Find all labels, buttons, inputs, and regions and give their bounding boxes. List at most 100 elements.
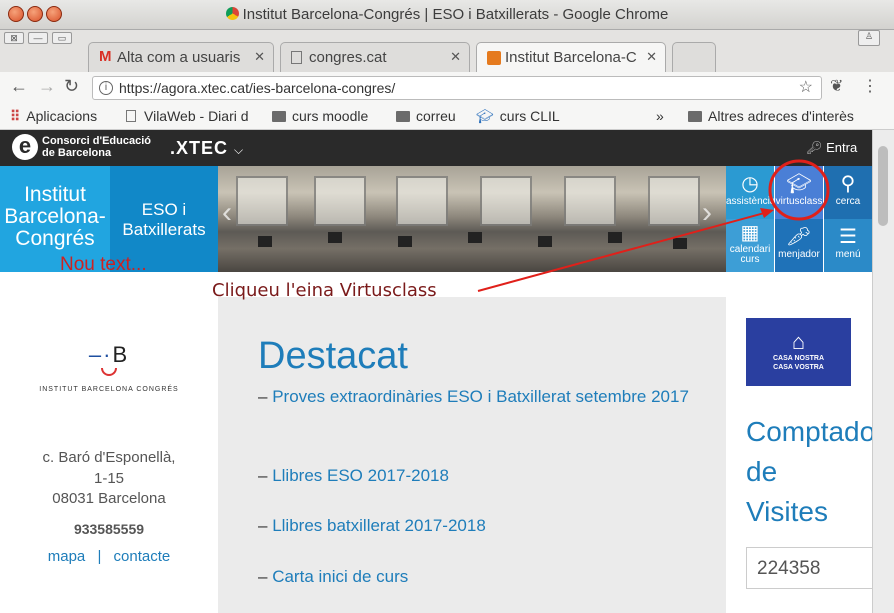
news-dash: – <box>258 567 268 586</box>
quick-links: ◷ assistència 🎓︎ virtusclass ⚲ cerca ▦ calen… <box>726 166 872 272</box>
photo-window <box>480 176 532 226</box>
bookmark-other[interactable]: Altres adreces d'interès <box>688 108 854 124</box>
photo-window <box>396 176 448 226</box>
news-item[interactable]: – Carta inici de curs <box>258 563 698 591</box>
close-tab-icon[interactable]: ✕ <box>450 49 461 65</box>
new-tab-button[interactable] <box>672 42 716 72</box>
slider-prev-icon[interactable]: ‹ <box>222 196 232 230</box>
tile-label: cerca <box>835 196 861 207</box>
address-line: 08031 Barcelona <box>52 490 166 507</box>
address-bar[interactable]: i https://agora.xtec.cat/ies-barcelona-c… <box>92 76 822 100</box>
close-tab-icon[interactable]: ✕ <box>646 49 657 65</box>
gmail-icon: M <box>99 48 112 65</box>
scrollbar-thumb[interactable] <box>878 146 888 226</box>
tile-virtusclass[interactable]: 🎓︎ virtusclass <box>775 166 823 219</box>
xtec-logo-text: .XTEC <box>170 138 229 158</box>
tab-institut[interactable]: Institut Barcelona-C ✕ <box>476 42 666 73</box>
tile-label: assistència <box>726 196 776 207</box>
casa-nostra-banner[interactable]: ⌂ CASA NOSTRA CASA VOSTRA <box>746 318 851 386</box>
tab-gmail[interactable]: M Alta com a usuaris ✕ <box>88 42 274 72</box>
classroom-photo: ‹ › <box>218 166 726 272</box>
window-title-text: Institut Barcelona-Congrés | ESO i Batxi… <box>242 6 669 23</box>
photo-monitor <box>328 232 342 243</box>
bookmark-star-icon[interactable]: ☆ <box>799 77 813 99</box>
visit-counter-value: 224358 <box>746 547 872 589</box>
key-icon: 🔑︎ <box>806 140 823 155</box>
tile-label: menú <box>835 249 861 260</box>
logo-smile-icon <box>101 368 117 376</box>
chrome-icon <box>225 7 239 20</box>
news-link[interactable]: Llibres batxillerat 2017-2018 <box>272 516 486 535</box>
tile-label: virtusclass <box>775 196 823 207</box>
callout-annotation: Cliqueu l'eina Virtusclass <box>212 280 437 301</box>
restore-icon[interactable]: ▭ <box>52 32 72 44</box>
slider-next-icon[interactable]: › <box>702 196 712 230</box>
site-topbar: e Consorci d'Educació de Barcelona .XTEC… <box>0 130 872 166</box>
window-title: Institut Barcelona-Congrés | ESO i Batxi… <box>0 6 894 23</box>
tab-label: Alta com a usuaris <box>117 49 241 66</box>
featured-section: Destacat – Proves extraordinàries ESO i … <box>218 297 726 613</box>
tile-calendari[interactable]: ▦ calendari curs <box>726 219 774 272</box>
address-line: 1-15 <box>93 470 125 487</box>
banner-text: CASA VOSTRA <box>773 364 824 371</box>
logo-text: INSTITUT BARCELONA CONGRÉS <box>39 386 179 393</box>
bookmark-curs-clil[interactable]: 🎓︎ curs CLIL <box>476 108 560 125</box>
tab-label: Institut Barcelona-C <box>505 49 637 66</box>
xtec-logo[interactable]: .XTEC ⌵ <box>170 138 244 159</box>
news-item[interactable]: – Proves extraordinàries ESO i Batxiller… <box>258 383 698 411</box>
search-icon: ⚲ <box>840 173 856 195</box>
bookmark-label: curs moodle <box>292 108 369 124</box>
extension-icon[interactable]: ❦ <box>830 76 843 96</box>
chevron-down-icon: ⌵ <box>234 143 245 157</box>
info-icon[interactable]: i <box>99 81 113 95</box>
bookmark-vilaweb[interactable]: VilaWeb - Diari d <box>126 108 249 124</box>
banner-text: CASA NOSTRA <box>772 355 825 362</box>
link-separator: | <box>97 548 102 565</box>
logo-mark-icon: –·B <box>88 342 130 367</box>
tile-assistencia[interactable]: ◷ assistència <box>726 166 776 219</box>
news-dash: – <box>258 516 268 535</box>
school-logo[interactable]: –·B INSTITUT BARCELONA CONGRÉS <box>0 342 218 393</box>
tile-cerca[interactable]: ⚲ cerca <box>824 166 872 219</box>
bookmark-apps[interactable]: ⠿ Aplicacions <box>10 108 97 125</box>
tile-label: menjador <box>778 249 820 260</box>
map-link[interactable]: mapa <box>48 548 86 565</box>
sidebar-links: mapa | contacte <box>0 548 218 565</box>
photo-window <box>236 176 288 226</box>
news-link[interactable]: Proves extraordinàries ESO i Batxillerat… <box>272 387 689 406</box>
minimize-icon[interactable]: — <box>28 32 48 44</box>
brand-line: Consorci d'Educació <box>42 135 151 147</box>
photo-window <box>314 176 366 226</box>
close-tab-icon[interactable]: ✕ <box>254 49 265 65</box>
profile-icon[interactable]: ♙ <box>858 30 880 46</box>
tile-menjador[interactable]: 🥕︎ menjador <box>775 219 823 272</box>
photo-monitor <box>258 236 272 247</box>
school-name-line: Barcelona- <box>4 205 106 228</box>
tab-menu-icon[interactable]: ⊠ <box>4 32 24 44</box>
phone-number: 933585559 <box>73 521 145 537</box>
site-favicon-icon <box>487 51 501 65</box>
right-column: ⌂ CASA NOSTRA CASA VOSTRA Comptador de V… <box>726 272 872 613</box>
page-icon <box>291 51 302 64</box>
menu-dots-icon[interactable]: ⋮ <box>862 76 878 96</box>
folder-icon <box>396 111 410 122</box>
news-item[interactable]: – Llibres ESO 2017-2018 <box>258 462 698 490</box>
page-scrollbar[interactable] <box>872 130 894 613</box>
bookmark-curs-moodle[interactable]: curs moodle <box>272 108 368 124</box>
photo-monitor <box>398 236 412 247</box>
tab-congres[interactable]: congres.cat ✕ <box>280 42 470 72</box>
tile-menu[interactable]: ☰ menú <box>824 219 872 272</box>
forward-icon[interactable]: → <box>38 76 56 97</box>
contact-link[interactable]: contacte <box>114 548 171 565</box>
bookmarks-overflow[interactable]: » <box>656 108 664 124</box>
bookmark-correu[interactable]: correu <box>396 108 456 124</box>
news-link[interactable]: Llibres ESO 2017-2018 <box>272 466 449 485</box>
photo-monitor <box>608 232 622 243</box>
news-item[interactable]: – Llibres batxillerat 2017-2018 <box>258 512 698 540</box>
back-icon[interactable]: ← <box>10 76 28 97</box>
school-name-line: Institut <box>24 183 86 206</box>
news-link[interactable]: Carta inici de curs <box>272 567 408 586</box>
login-link[interactable]: 🔑︎ Entra <box>806 140 857 156</box>
consorci-brand[interactable]: Consorci d'Educació de Barcelona <box>42 135 151 159</box>
reload-icon[interactable]: ↻ <box>64 76 79 97</box>
